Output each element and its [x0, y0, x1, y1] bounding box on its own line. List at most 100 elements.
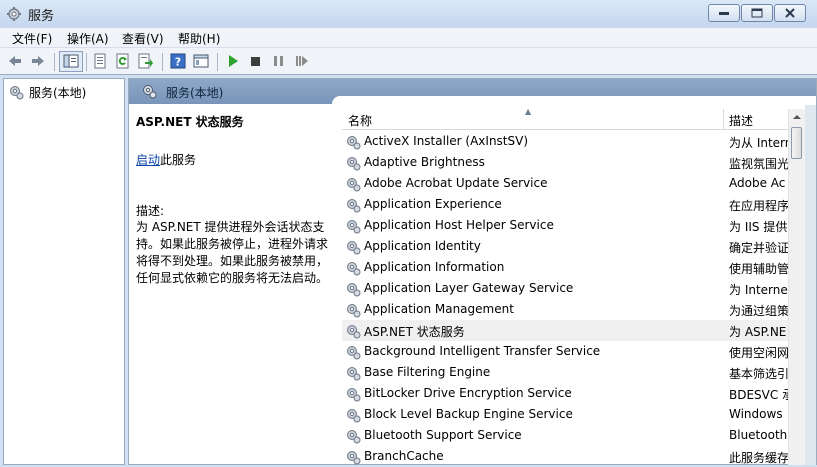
- restart-icon[interactable]: [293, 53, 309, 69]
- start-service-link[interactable]: 启动: [136, 153, 160, 167]
- column-desc-label: 描述: [729, 114, 754, 128]
- export-icon[interactable]: [138, 53, 154, 69]
- toolbar-separator: [54, 53, 55, 71]
- service-name: Block Level Backup Engine Service: [364, 407, 573, 421]
- service-row[interactable]: Block Level Backup Engine Service Windows: [342, 404, 788, 425]
- service-row[interactable]: Application Experience 在应用程序: [342, 194, 788, 215]
- service-name: Base Filtering Engine: [364, 365, 491, 379]
- close-icon: [785, 8, 795, 18]
- minimize-button[interactable]: [708, 4, 740, 22]
- help-icon[interactable]: ?: [170, 53, 186, 69]
- close-button[interactable]: [774, 4, 806, 22]
- service-row[interactable]: Application Identity 确定并验证: [342, 236, 788, 257]
- service-gear-icon: [347, 409, 361, 423]
- start-service-line: 启动此服务: [136, 151, 196, 168]
- menu-file[interactable]: 文件(F): [12, 30, 52, 47]
- show-tree-icon[interactable]: [63, 53, 79, 69]
- service-row[interactable]: Application Layer Gateway Service 为 Inter…: [342, 278, 788, 299]
- start-service-suffix: 此服务: [160, 153, 197, 167]
- service-description: 为 IIS 提供: [729, 220, 788, 234]
- pane-right-edge: [805, 105, 816, 465]
- service-row[interactable]: Adobe Acrobat Update Service Adobe Ac: [342, 173, 788, 194]
- service-gear-icon: [347, 430, 361, 444]
- service-gear-icon: [347, 451, 361, 465]
- svg-text:?: ?: [175, 56, 181, 69]
- service-gear-icon: [347, 157, 361, 171]
- service-name: Application Information: [364, 260, 505, 274]
- service-name: BranchCache: [364, 449, 444, 463]
- scroll-thumb[interactable]: [791, 127, 802, 159]
- toolbar-separator: [162, 53, 163, 71]
- console-tree: 服务(本地): [3, 78, 125, 465]
- tree-item-label: 服务(本地): [29, 86, 87, 100]
- maximize-button[interactable]: [741, 4, 773, 22]
- pause-icon[interactable]: [270, 53, 286, 69]
- service-row[interactable]: BranchCache 此服务缓存: [342, 446, 788, 467]
- service-row[interactable]: Adaptive Brightness 监视氛围光: [342, 152, 788, 173]
- services-main-pane: 服务(本地) ASP.NET 状态服务 启动此服务 描述: 为 ASP.NET …: [128, 78, 817, 465]
- service-name: Application Layer Gateway Service: [364, 281, 574, 295]
- service-description: 为 Internet: [729, 283, 788, 297]
- toolbar-separator: [217, 53, 218, 71]
- toolbar-separator: [86, 53, 87, 71]
- forward-icon[interactable]: [30, 53, 46, 69]
- sort-ascending-icon: ▲: [525, 107, 532, 116]
- service-name: Adobe Acrobat Update Service: [364, 176, 548, 190]
- service-name: ASP.NET 状态服务: [364, 325, 465, 339]
- menu-bar: 文件(F) 操作(A) 查看(V) 帮助(H): [0, 27, 817, 47]
- service-row[interactable]: ActiveX Installer (AxInstSV) 为从 Intern: [342, 131, 788, 152]
- refresh-icon[interactable]: [115, 53, 131, 69]
- service-description: 使用辅助管: [729, 262, 788, 276]
- service-gear-icon: [347, 304, 361, 318]
- properties-icon[interactable]: [92, 53, 108, 69]
- services-gear-icon: [143, 85, 157, 99]
- maximize-icon: [751, 8, 763, 18]
- service-row[interactable]: Application Management 为通过组策: [342, 299, 788, 320]
- vertical-scrollbar[interactable]: [788, 109, 805, 465]
- service-gear-icon: [347, 241, 361, 255]
- service-name: Application Experience: [364, 197, 502, 211]
- minimize-icon: [719, 12, 729, 15]
- description-text: 为 ASP.NET 提供进程外会话状态支持。如果此服务被停止，进程外请求将得不到…: [136, 220, 329, 285]
- title-bar: 服务: [0, 0, 817, 27]
- services-gear-icon: [10, 86, 24, 100]
- column-header-name[interactable]: ▲ 名称: [342, 107, 724, 129]
- service-gear-icon: [347, 367, 361, 381]
- description-label: 描述:: [136, 204, 165, 218]
- menu-help[interactable]: 帮助(H): [178, 30, 220, 47]
- details-icon[interactable]: [193, 53, 209, 69]
- service-description: Windows: [729, 407, 783, 421]
- service-row[interactable]: ASP.NET 状态服务 为 ASP.NE: [342, 320, 788, 341]
- pane-header-title: 服务(本地): [166, 86, 224, 100]
- service-row[interactable]: Application Information 使用辅助管: [342, 257, 788, 278]
- menu-action[interactable]: 操作(A): [67, 30, 109, 47]
- service-description: 为 ASP.NE: [729, 325, 787, 339]
- service-gear-icon: [347, 220, 361, 234]
- header-tab-curve: [332, 96, 816, 104]
- service-name: ActiveX Installer (AxInstSV): [364, 134, 529, 148]
- service-description: 使用空闲网: [729, 346, 788, 360]
- start-icon[interactable]: [225, 53, 241, 69]
- service-row[interactable]: Base Filtering Engine 基本筛选引: [342, 362, 788, 383]
- service-description: BDESVC 承: [729, 388, 788, 402]
- menu-view[interactable]: 查看(V): [122, 30, 164, 47]
- service-description: 确定并验证: [729, 241, 788, 255]
- service-row[interactable]: Background Intelligent Transfer Service 使…: [342, 341, 788, 362]
- service-gear-icon: [347, 346, 361, 360]
- selected-service-title: ASP.NET 状态服务: [136, 115, 244, 129]
- service-name: Adaptive Brightness: [364, 155, 485, 169]
- list-column-header: ▲ 名称 描述: [342, 107, 788, 130]
- service-row[interactable]: Bluetooth Support Service Bluetooth: [342, 425, 788, 446]
- service-row[interactable]: Application Host Helper Service 为 IIS 提供: [342, 215, 788, 236]
- scroll-up-icon[interactable]: [789, 109, 805, 125]
- window-title: 服务: [28, 9, 55, 24]
- stop-icon[interactable]: [247, 53, 263, 69]
- service-description: Adobe Ac: [729, 176, 786, 190]
- back-icon[interactable]: [7, 53, 23, 69]
- service-row[interactable]: BitLocker Drive Encryption Service BDESVC…: [342, 383, 788, 404]
- pane-header: 服务(本地): [129, 79, 816, 104]
- service-gear-icon: [347, 199, 361, 213]
- service-name: Bluetooth Support Service: [364, 428, 522, 442]
- service-gear-icon: [347, 136, 361, 150]
- service-name: BitLocker Drive Encryption Service: [364, 386, 572, 400]
